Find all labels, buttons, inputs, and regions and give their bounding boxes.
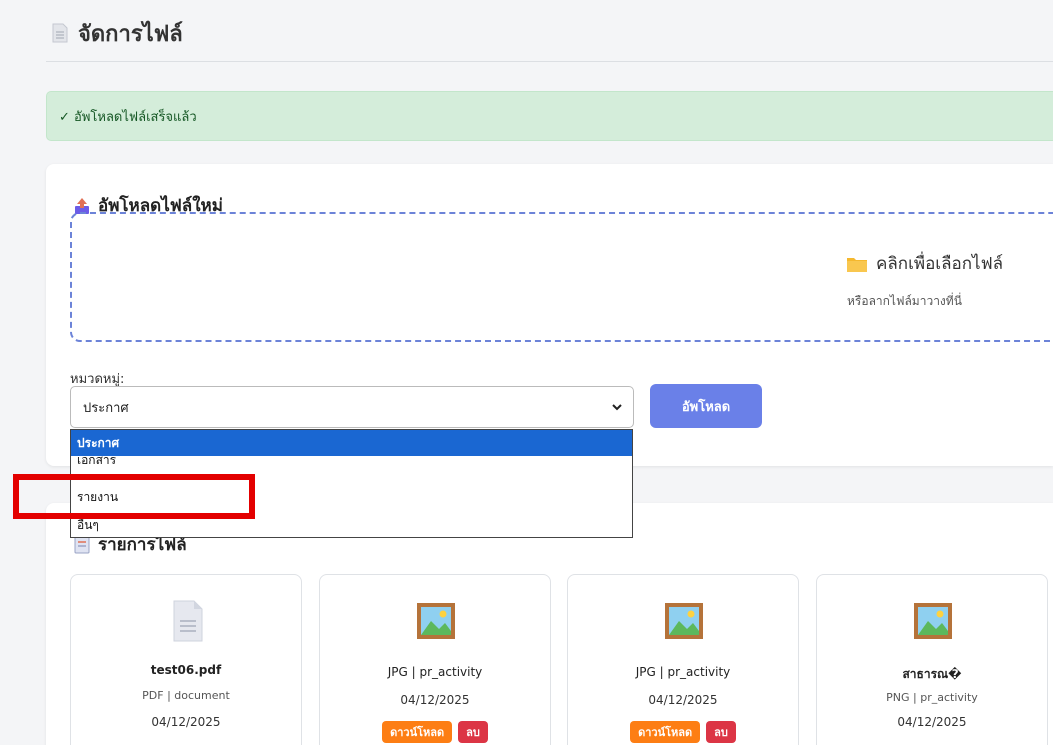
image-icon [665, 603, 703, 639]
dropzone-main-text: คลิกเพื่อเลือกไฟล์ [876, 254, 1004, 274]
image-icon [914, 603, 952, 639]
file-card: JPG | pr_activity 04/12/2025 ดาวน์โหลด ล… [319, 574, 551, 745]
file-meta: JPG | pr_activity [387, 665, 483, 679]
dropzone-prompt[interactable]: คลิกเพื่อเลือกไฟล์ [846, 250, 1003, 277]
page-title: จัดการไฟล์ [52, 16, 183, 50]
file-card: JPG | pr_activity 04/12/2025 ดาวน์โหลด ล… [567, 574, 799, 745]
dropdown-option[interactable]: ประกาศ [71, 430, 632, 456]
file-meta: PDF | document [142, 689, 230, 702]
upload-button[interactable]: อัพโหลด [650, 384, 762, 428]
dropzone-sub-text: หรือลากไฟล์มาวางที่นี่ [847, 294, 962, 308]
file-manager-page: จัดการไฟล์ ✓ อัพโหลดไฟล์เสร็จแล้ว อัพโหล… [0, 0, 1053, 745]
file-date: 04/12/2025 [897, 715, 967, 729]
download-button[interactable]: ดาวน์โหลด [630, 721, 701, 743]
download-button[interactable]: ดาวน์โหลด [382, 721, 453, 743]
page-title-text: จัดการไฟล์ [78, 21, 183, 47]
success-alert: ✓ อัพโหลดไฟล์เสร็จแล้ว [46, 91, 1053, 141]
category-select[interactable]: ประกาศ [70, 386, 634, 428]
file-card: test06.pdf PDF | document 04/12/2025 [70, 574, 302, 745]
file-name: สาธารณ� [902, 667, 962, 681]
category-select-value: ประกาศ [83, 400, 129, 416]
list-icon [74, 536, 90, 553]
file-actions: ดาวน์โหลด ลบ [320, 721, 550, 743]
delete-button[interactable]: ลบ [706, 721, 736, 743]
document-icon [173, 600, 203, 642]
file-date: 04/12/2025 [151, 715, 221, 729]
delete-button[interactable]: ลบ [458, 721, 488, 743]
file-meta: JPG | pr_activity [635, 665, 731, 679]
category-dropdown-list: ประกาศ เอกสาร รายงาน อื่นๆ [70, 429, 633, 538]
chevron-down-icon [612, 404, 622, 411]
file-date: 04/12/2025 [648, 693, 718, 707]
dropdown-option[interactable]: เอกสาร [71, 456, 632, 470]
file-actions: ดาวน์โหลด ลบ [568, 721, 798, 743]
upload-card: อัพโหลดไฟล์ใหม่ คลิกเพื่อเลือกไฟล์ หรือล… [46, 164, 1053, 466]
dropdown-option[interactable]: อื่นๆ [71, 516, 632, 536]
file-date: 04/12/2025 [400, 693, 470, 707]
title-divider [46, 61, 1053, 62]
dropdown-option[interactable]: รายงาน [71, 484, 632, 510]
file-meta: PNG | pr_activity [886, 691, 978, 704]
file-dropzone[interactable] [70, 212, 1053, 342]
alert-text: ✓ อัพโหลดไฟล์เสร็จแล้ว [59, 109, 197, 125]
file-name: test06.pdf [150, 663, 222, 677]
image-icon [417, 603, 455, 639]
document-icon [52, 23, 68, 43]
folder-icon [847, 257, 867, 272]
file-card: สาธารณ� PNG | pr_activity 04/12/2025 [816, 574, 1048, 745]
